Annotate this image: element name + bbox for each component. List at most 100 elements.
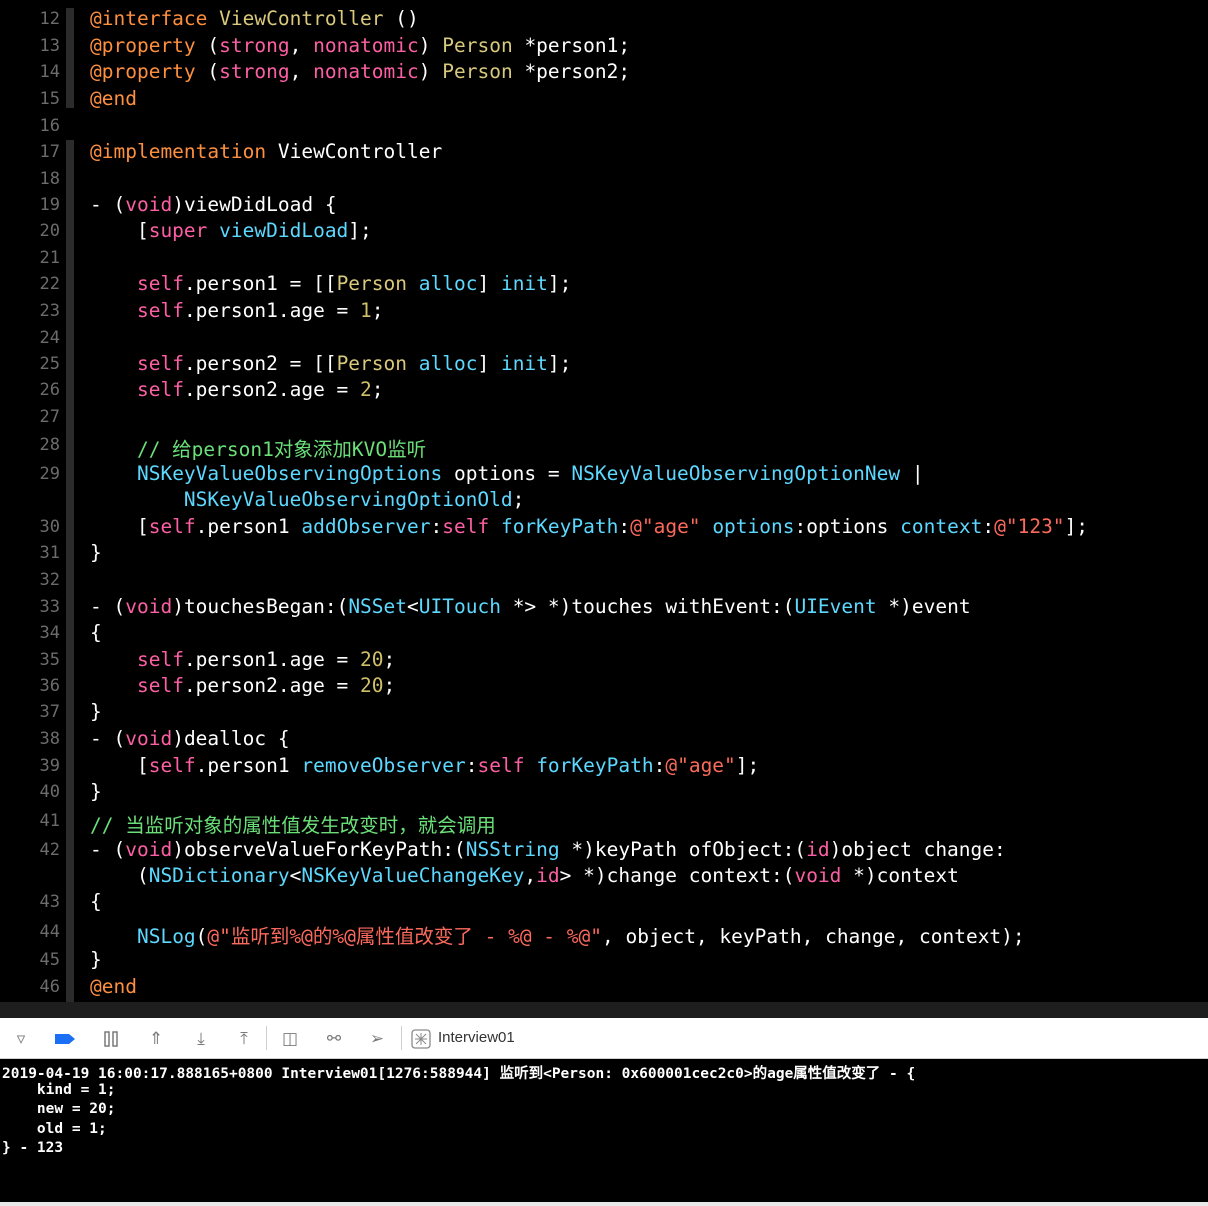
target-label[interactable]: Interview01 (438, 1029, 515, 1046)
debug-toolbar: ▿ ⇑ ⤓ ⤒ ◫ ⚯ ➢ Interview01 (0, 1018, 1208, 1059)
code-line[interactable]: NSKeyValueObservingOptions options = NSK… (90, 462, 924, 485)
code-token: ViewController (219, 7, 384, 30)
code-token: Person (336, 272, 408, 295)
code-line[interactable]: [self.person1 removeObserver:self forKey… (90, 754, 759, 777)
code-token: NSDictionary (148, 864, 290, 887)
code-token: )touchesBegan:( (172, 595, 349, 618)
code-line[interactable]: { (90, 621, 102, 644)
code-token: .person1 = [[ (183, 272, 337, 295)
code-line[interactable]: @property (strong, nonatomic) Person *pe… (90, 34, 630, 57)
code-line[interactable]: @property (strong, nonatomic) Person *pe… (90, 60, 630, 83)
code-token: init (500, 352, 548, 375)
code-line[interactable]: self.person2 = [[Person alloc] init]; (90, 352, 571, 375)
code-line[interactable]: NSLog(@"监听到%@的%@属性值改变了 - %@ - %@", objec… (90, 920, 1025, 949)
code-token: self (477, 754, 525, 777)
code-line[interactable]: self.person2.age = 2; (90, 378, 384, 401)
line-number: 15 (39, 89, 60, 109)
line-number: 21 (39, 248, 60, 268)
code-line[interactable]: [super viewDidLoad]; (90, 219, 372, 242)
code-token: forKeyPath (536, 754, 654, 777)
code-line[interactable]: // 给person1对象添加KVO监听 (90, 433, 426, 462)
code-token: , (289, 60, 314, 83)
code-token: : (465, 754, 478, 777)
line-number: 43 (39, 892, 60, 912)
code-token: [ (90, 754, 149, 777)
code-token: Person (442, 34, 513, 57)
step-into-icon[interactable]: ⤓ (190, 1028, 212, 1050)
code-line[interactable]: (NSDictionary<NSKeyValueChangeKey,id> *)… (90, 864, 959, 887)
code-line[interactable]: self.person2.age = 20; (90, 674, 395, 697)
code-token: ]; (735, 754, 760, 777)
code-token: *person2; (512, 60, 631, 83)
code-line[interactable]: - (void)viewDidLoad { (90, 193, 337, 216)
code-token: < (407, 595, 419, 618)
code-token: removeObserver (301, 754, 466, 777)
step-over-icon[interactable]: ⇑ (145, 1028, 167, 1050)
code-line[interactable]: @interface ViewController () (90, 7, 419, 30)
line-number: 18 (39, 169, 60, 189)
code-line[interactable]: } (90, 780, 102, 803)
code-line[interactable]: - (void)touchesBegan:(NSSet<UITouch *> *… (90, 595, 971, 618)
code-line[interactable]: [self.person1 addObserver:self forKeyPat… (90, 515, 1088, 538)
line-number: 14 (39, 62, 60, 82)
line-number: 25 (39, 354, 60, 374)
editor-console-divider[interactable] (0, 1002, 1208, 1018)
code-token: )dealloc { (172, 727, 290, 750)
app-target-icon[interactable] (410, 1028, 432, 1050)
code-line[interactable]: } (90, 541, 102, 564)
code-line[interactable]: // 当监听对象的属性值发生改变时，就会调用 (90, 809, 496, 838)
debug-console-output[interactable]: 2019-04-19 16:00:17.888165+0800 Intervie… (0, 1059, 1208, 1202)
breakpoints-toggle-icon[interactable] (54, 1028, 76, 1050)
code-token: UITouch (418, 595, 501, 618)
code-line[interactable]: self.person1 = [[Person alloc] init]; (90, 272, 571, 295)
code-line[interactable]: } (90, 948, 102, 971)
code-line[interactable]: self.person1.age = 1; (90, 299, 384, 322)
code-token: @property (90, 60, 196, 83)
code-token: @"age" (630, 515, 701, 538)
code-token: addObserver (301, 515, 431, 538)
code-token: init (500, 272, 548, 295)
code-token: self (136, 674, 184, 697)
line-number: 38 (39, 729, 60, 749)
memory-graph-icon[interactable]: ⚯ (323, 1028, 345, 1050)
code-token: } (90, 948, 102, 971)
step-out-icon[interactable]: ⤒ (233, 1028, 255, 1050)
code-token: 20 (360, 648, 384, 671)
code-line[interactable]: } (90, 700, 102, 723)
pause-icon[interactable] (100, 1028, 122, 1050)
code-token: } (90, 700, 102, 723)
code-token: )observeValueForKeyPath:( (172, 838, 466, 861)
code-token: forKeyPath (500, 515, 619, 538)
code-editor[interactable]: 12 @interface ViewController () 13 @propert… (0, 0, 1208, 1002)
code-token: void (125, 193, 173, 216)
code-token: : (982, 515, 995, 538)
code-token: *> *)touches withEvent:( (500, 595, 795, 618)
code-token: ]; (348, 219, 372, 242)
hide-console-icon[interactable]: ▿ (10, 1028, 32, 1050)
code-line[interactable]: - (void)dealloc { (90, 727, 290, 750)
line-number: 23 (39, 301, 60, 321)
line-number: 32 (39, 570, 60, 590)
code-token: - ( (90, 595, 126, 618)
code-token: id (806, 838, 830, 861)
code-token: alloc (418, 272, 478, 295)
view-debugger-icon[interactable]: ◫ (279, 1028, 301, 1050)
code-line[interactable]: @end (90, 975, 137, 998)
code-token: options = (442, 462, 572, 485)
code-token: void (125, 727, 173, 750)
code-line[interactable]: { (90, 890, 102, 913)
code-line[interactable]: @implementation ViewController (90, 140, 442, 163)
code-token: ]; (547, 272, 572, 295)
code-token: NSKeyValueObservingOptions (136, 462, 443, 485)
code-line[interactable]: self.person1.age = 20; (90, 648, 395, 671)
line-number: 30 (39, 517, 60, 537)
code-line[interactable]: - (void)observeValueForKeyPath:(NSString… (90, 838, 1006, 861)
simulate-location-icon[interactable]: ➢ (366, 1028, 388, 1050)
code-token: @implementation (90, 140, 267, 163)
code-line[interactable]: @end (90, 87, 137, 110)
code-line[interactable]: NSKeyValueObservingOptionOld; (90, 488, 524, 511)
